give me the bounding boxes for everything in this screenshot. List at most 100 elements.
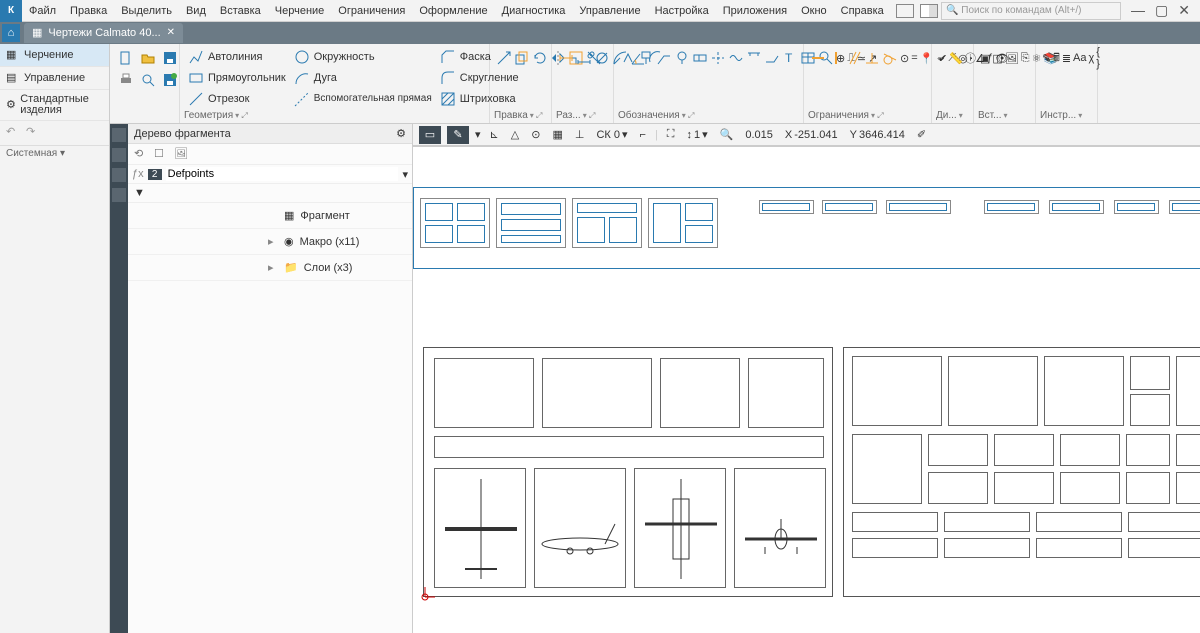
equal-icon[interactable]: =: [911, 48, 917, 68]
maximize-button[interactable]: ▢: [1155, 2, 1168, 19]
panel-tree-icon[interactable]: [112, 128, 126, 142]
tree-tool1-icon[interactable]: ⟲: [134, 147, 148, 161]
dim-auto-icon[interactable]: [558, 48, 574, 68]
rough-icon[interactable]: [620, 48, 636, 68]
preview-icon[interactable]: [138, 70, 158, 90]
centerline-icon[interactable]: [710, 48, 726, 68]
step-input[interactable]: 0.015: [742, 129, 776, 141]
coinc-icon[interactable]: ⊙: [900, 48, 909, 68]
cs-dropdown[interactable]: СК 0 ▾: [593, 128, 630, 141]
eyedropper-icon[interactable]: ✐: [914, 128, 929, 141]
style-icon[interactable]: Aa: [1073, 48, 1086, 68]
filter-icon[interactable]: ▼: [134, 187, 145, 199]
menu-help[interactable]: Справка: [834, 0, 891, 22]
move-icon[interactable]: [496, 48, 512, 68]
home-tab-icon[interactable]: ⌂: [2, 24, 20, 42]
redo-icon[interactable]: ↷: [26, 125, 40, 139]
var-icon[interactable]: χ: [1089, 48, 1095, 68]
cursor-mode-icon[interactable]: ✎: [447, 126, 469, 144]
tool-autoline[interactable]: Автолиния: [186, 48, 288, 66]
menu-constraints[interactable]: Ограничения: [331, 0, 412, 22]
fx-icon[interactable]: ƒx: [132, 168, 144, 180]
menu-file[interactable]: Файл: [22, 0, 63, 22]
panel-props-icon[interactable]: [112, 148, 126, 162]
print-icon[interactable]: [116, 70, 136, 90]
wave-icon[interactable]: [728, 48, 744, 68]
script-icon[interactable]: { }: [1096, 48, 1100, 68]
layer-name-input[interactable]: [166, 167, 399, 181]
tree-tool3-icon[interactable]: 🖼: [174, 147, 188, 161]
tree-fragment[interactable]: ▦ Фрагмент: [128, 203, 412, 229]
menu-diag[interactable]: Диагностика: [495, 0, 573, 22]
menu-insert[interactable]: Вставка: [213, 0, 268, 22]
command-search-input[interactable]: 🔍 Поиск по командам (Alt+/): [941, 2, 1121, 20]
spell-icon[interactable]: ✎: [1042, 48, 1051, 68]
vert-icon[interactable]: [828, 48, 844, 68]
horiz-icon[interactable]: [810, 48, 826, 68]
measure-icon[interactable]: 📏: [949, 48, 963, 68]
grid-icon[interactable]: ▦: [549, 128, 565, 141]
insert-frag-icon[interactable]: ◫: [992, 48, 1002, 68]
mark-icon[interactable]: [674, 48, 690, 68]
tool-segment[interactable]: Отрезок: [186, 90, 288, 108]
perp-icon[interactable]: [864, 48, 880, 68]
expand-icon[interactable]: ▸: [268, 235, 278, 248]
weld-icon[interactable]: [764, 48, 780, 68]
rotate-icon[interactable]: [532, 48, 548, 68]
gear-icon[interactable]: ⚙: [396, 127, 406, 140]
layer-dropdown-icon[interactable]: ▾: [402, 168, 408, 181]
document-tab[interactable]: ▦ Чертежи Calmato 40... ✕: [24, 23, 183, 43]
tool-aux-line[interactable]: Вспомогательная прямая: [292, 90, 434, 108]
menu-decor[interactable]: Оформление: [412, 0, 494, 22]
menu-settings[interactable]: Настройка: [648, 0, 716, 22]
zoom-in-icon[interactable]: 🔍: [717, 128, 737, 141]
menu-edit[interactable]: Правка: [63, 0, 114, 22]
menu-draft[interactable]: Черчение: [268, 0, 332, 22]
tab-close-icon[interactable]: ✕: [167, 23, 175, 43]
tree-macro[interactable]: ▸ ◉ Макро (x11): [128, 229, 412, 255]
leader-icon[interactable]: [656, 48, 672, 68]
tree-layers[interactable]: ▸ 📁 Слои (x3): [128, 255, 412, 281]
snap-end-icon[interactable]: ⊾: [487, 128, 502, 141]
tool-arc[interactable]: Дуга: [292, 69, 434, 87]
minimize-button[interactable]: —: [1131, 2, 1145, 19]
menu-window[interactable]: Окно: [794, 0, 834, 22]
menu-apps[interactable]: Приложения: [716, 0, 794, 22]
layout-single-icon[interactable]: [896, 4, 914, 18]
tool-rect[interactable]: Прямоугольник: [186, 69, 288, 87]
layout-split-icon[interactable]: [920, 4, 938, 18]
parallel-icon[interactable]: [846, 48, 862, 68]
drawing-canvas[interactable]: [413, 146, 1200, 633]
dim-diam-icon[interactable]: [594, 48, 610, 68]
save-icon[interactable]: [160, 48, 180, 68]
tree-tool2-icon[interactable]: ☐: [154, 147, 168, 161]
snap-mid-icon[interactable]: △: [508, 128, 522, 141]
layer-icon[interactable]: ≣: [1062, 48, 1071, 68]
scale-input[interactable]: ↕ 1 ▾: [684, 128, 711, 141]
dim-linear-icon[interactable]: [576, 48, 592, 68]
panel-lib-icon[interactable]: [112, 188, 126, 202]
copy-icon[interactable]: [514, 48, 530, 68]
new-doc-icon[interactable]: [116, 48, 136, 68]
save-as-icon[interactable]: [160, 70, 180, 90]
ortho-icon[interactable]: ⊥: [572, 128, 588, 141]
zoom-fit-icon[interactable]: ⛶: [664, 128, 678, 141]
tangent-icon[interactable]: [882, 48, 898, 68]
undo-icon[interactable]: ↶: [6, 125, 20, 139]
datum-icon[interactable]: [638, 48, 654, 68]
insert-view-icon[interactable]: ▣: [980, 48, 990, 68]
panel-vars-icon[interactable]: [112, 168, 126, 182]
sel-mode-icon[interactable]: ▭: [419, 126, 441, 144]
section-icon[interactable]: [746, 48, 762, 68]
tolerance-icon[interactable]: [692, 48, 708, 68]
insert-ole-icon[interactable]: ⎘: [1021, 48, 1030, 68]
check-icon[interactable]: ✔: [938, 48, 947, 68]
insert-img-icon[interactable]: 🖼: [1005, 48, 1019, 68]
open-icon[interactable]: [138, 48, 158, 68]
mode-drafting[interactable]: ▦ Черчение: [0, 44, 109, 67]
mode-management[interactable]: ▤ Управление: [0, 67, 109, 90]
expand-icon[interactable]: ▸: [268, 261, 278, 274]
snap-center-icon[interactable]: ⊙: [528, 128, 543, 141]
calc-icon[interactable]: 🖩: [1053, 48, 1060, 68]
cs-tool-icon[interactable]: ⌐: [637, 129, 649, 141]
